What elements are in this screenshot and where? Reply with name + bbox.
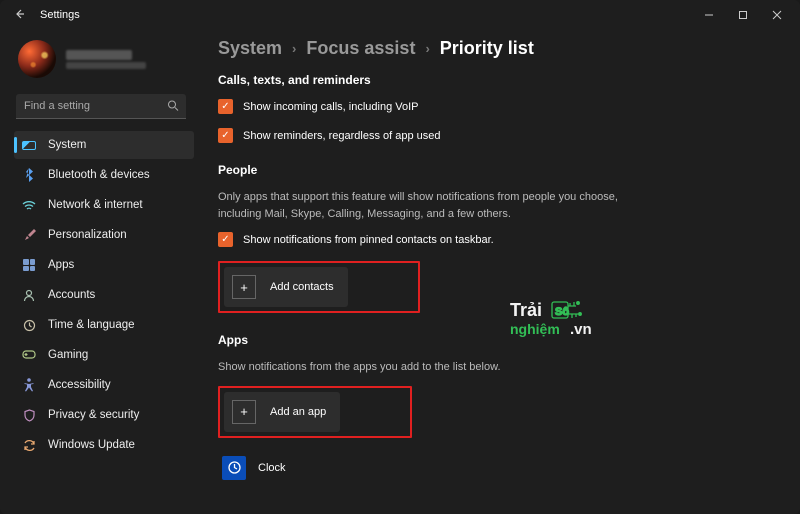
chevron-right-icon: › [425, 41, 429, 56]
sidebar-item-privacy[interactable]: Privacy & security [14, 401, 194, 429]
section-heading-people: People [218, 163, 770, 177]
profile-name [66, 50, 132, 60]
profile-email [66, 62, 146, 69]
sidebar-item-label: Accounts [48, 289, 95, 301]
search-icon [167, 99, 179, 114]
add-contacts-button[interactable]: + Add contacts [224, 267, 348, 307]
sidebar-item-label: Network & internet [48, 199, 143, 211]
shield-icon [22, 408, 36, 422]
profile-section[interactable] [14, 36, 194, 90]
sidebar-item-bluetooth[interactable]: Bluetooth & devices [14, 161, 194, 189]
checkbox-row: ✓ Show reminders, regardless of app used [218, 128, 770, 143]
sidebar-item-label: Accessibility [48, 379, 111, 391]
people-description: Only apps that support this feature will… [218, 189, 648, 222]
maximize-button[interactable] [726, 2, 760, 28]
app-list-item[interactable]: Clock [218, 450, 770, 486]
highlight-annotation: + Add an app [218, 386, 412, 438]
sidebar-item-network[interactable]: Network & internet [14, 191, 194, 219]
system-icon [22, 138, 36, 152]
highlight-annotation: + Add contacts [218, 261, 420, 313]
main-content: System › Focus assist › Priority list Ca… [198, 30, 800, 514]
section-heading-calls: Calls, texts, and reminders [218, 73, 770, 87]
checkbox-label: Show incoming calls, including VoIP [243, 101, 418, 113]
breadcrumb-focus-assist[interactable]: Focus assist [306, 38, 415, 59]
breadcrumb: System › Focus assist › Priority list [218, 38, 770, 59]
wifi-icon [22, 198, 36, 212]
checkbox-incoming-calls[interactable]: ✓ [218, 99, 233, 114]
sidebar-item-label: Privacy & security [48, 409, 139, 421]
sync-icon [22, 438, 36, 452]
person-icon [22, 288, 36, 302]
sidebar-item-label: Bluetooth & devices [48, 169, 150, 181]
search-input[interactable] [16, 94, 186, 119]
sidebar-item-label: Apps [48, 259, 74, 271]
brush-icon [22, 228, 36, 242]
sidebar-item-update[interactable]: Windows Update [14, 431, 194, 459]
back-icon[interactable] [10, 4, 30, 27]
apps-icon [22, 258, 36, 272]
app-name: Clock [258, 462, 286, 474]
checkbox-label: Show reminders, regardless of app used [243, 130, 441, 142]
sidebar-item-time[interactable]: Time & language [14, 311, 194, 339]
clock-icon [22, 318, 36, 332]
sidebar-item-system[interactable]: System [14, 131, 194, 159]
button-label: Add an app [270, 406, 326, 418]
chevron-right-icon: › [292, 41, 296, 56]
plus-icon: + [232, 400, 256, 424]
title-bar: Settings [0, 0, 800, 30]
accessibility-icon [22, 378, 36, 392]
sidebar-item-personalization[interactable]: Personalization [14, 221, 194, 249]
sidebar-item-label: System [48, 139, 86, 151]
nav-list: System Bluetooth & devices Network & int… [14, 131, 194, 461]
plus-icon: + [232, 275, 256, 299]
clock-app-icon [222, 456, 246, 480]
close-button[interactable] [760, 2, 794, 28]
checkbox-row: ✓ Show notifications from pinned contact… [218, 232, 770, 247]
checkbox-pinned-contacts[interactable]: ✓ [218, 232, 233, 247]
sidebar-item-label: Gaming [48, 349, 88, 361]
sidebar-item-accessibility[interactable]: Accessibility [14, 371, 194, 399]
sidebar-item-accounts[interactable]: Accounts [14, 281, 194, 309]
sidebar-item-gaming[interactable]: Gaming [14, 341, 194, 369]
avatar [18, 40, 56, 78]
bluetooth-icon [22, 168, 36, 182]
checkbox-reminders[interactable]: ✓ [218, 128, 233, 143]
apps-description: Show notifications from the apps you add… [218, 359, 648, 376]
checkbox-label: Show notifications from pinned contacts … [243, 234, 494, 246]
window-title: Settings [40, 9, 80, 21]
sidebar-item-label: Windows Update [48, 439, 135, 451]
window-controls [692, 2, 794, 28]
gamepad-icon [22, 348, 36, 362]
sidebar-item-label: Time & language [48, 319, 135, 331]
checkbox-row: ✓ Show incoming calls, including VoIP [218, 99, 770, 114]
sidebar-item-apps[interactable]: Apps [14, 251, 194, 279]
minimize-button[interactable] [692, 2, 726, 28]
section-heading-apps: Apps [218, 333, 770, 347]
add-app-button[interactable]: + Add an app [224, 392, 340, 432]
sidebar: System Bluetooth & devices Network & int… [0, 30, 198, 514]
sidebar-item-label: Personalization [48, 229, 127, 241]
button-label: Add contacts [270, 281, 334, 293]
breadcrumb-system[interactable]: System [218, 38, 282, 59]
breadcrumb-current: Priority list [440, 38, 534, 59]
